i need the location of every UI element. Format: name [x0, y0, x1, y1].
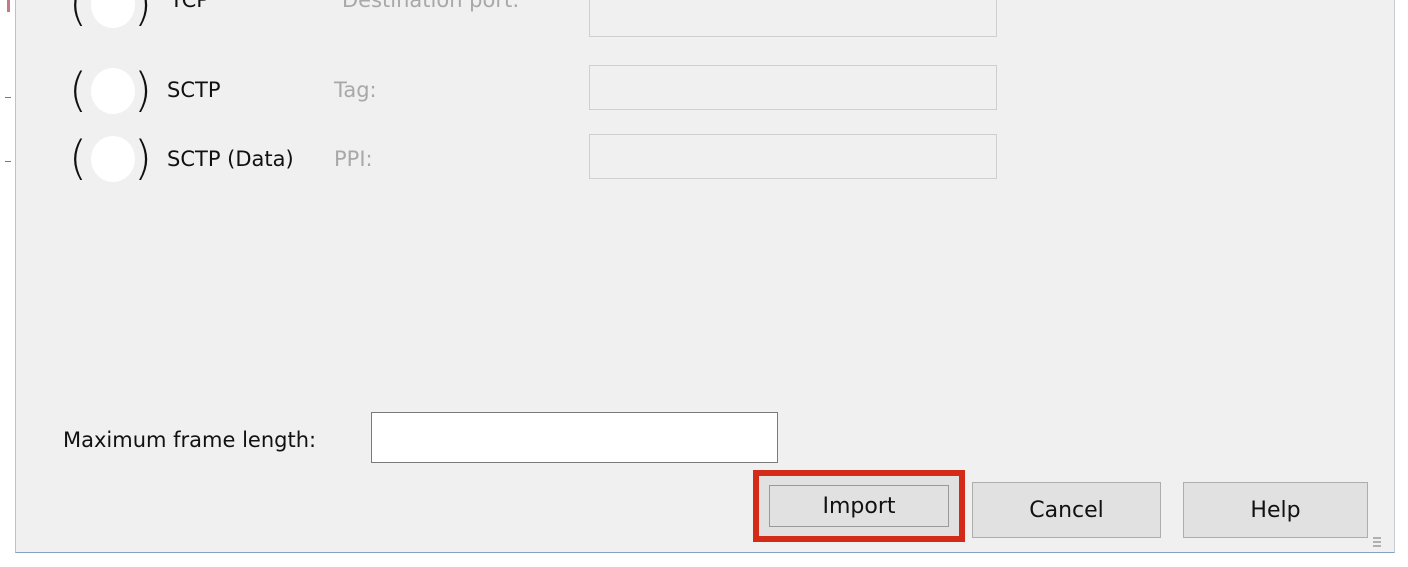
import-button[interactable]: Import: [753, 470, 965, 542]
edge-tick: [5, 161, 11, 162]
radio-bracket-left: (: [69, 0, 87, 31]
import-dialog: ( ) TCP Destination port: ( ) SCTP Tag: …: [15, 0, 1395, 553]
help-button[interactable]: Help: [1183, 482, 1368, 538]
import-button-face: Import: [769, 485, 949, 527]
screen: ( ) TCP Destination port: ( ) SCTP Tag: …: [0, 0, 1408, 567]
radio-label-tcp: TCP: [170, 0, 209, 12]
radio-bracket-left: (: [69, 131, 87, 185]
edge-tick: [5, 97, 11, 98]
destination-port-label: Destination port:: [342, 0, 520, 12]
max-frame-length-label: Maximum frame length:: [63, 428, 317, 452]
radio-tcp[interactable]: ( ): [69, 0, 157, 34]
ppi-label: PPI:: [334, 147, 373, 171]
radio-label-sctp: SCTP: [167, 78, 221, 102]
cancel-button[interactable]: Cancel: [972, 482, 1161, 538]
tag-field: [589, 65, 997, 110]
help-button-label: Help: [1250, 497, 1301, 523]
radio-bracket-right: ): [134, 131, 152, 185]
background-window-edge: [0, 0, 15, 567]
tag-label: Tag:: [334, 78, 377, 102]
radio-bracket-right: ): [134, 63, 152, 117]
radio-circle: [91, 0, 135, 28]
radio-circle: [91, 136, 135, 182]
edge-accent: [7, 0, 10, 12]
max-frame-length-input[interactable]: [371, 412, 778, 463]
resize-grip-icon[interactable]: [1373, 537, 1381, 547]
radio-sctp[interactable]: ( ): [69, 64, 157, 120]
import-button-label: Import: [822, 493, 896, 519]
destination-port-field: [589, 0, 997, 37]
cancel-button-label: Cancel: [1029, 497, 1104, 523]
radio-circle: [91, 68, 135, 114]
ppi-field: [589, 134, 997, 179]
radio-bracket-right: ): [134, 0, 152, 31]
radio-sctp-data[interactable]: ( ): [69, 132, 157, 188]
radio-label-sctp-data: SCTP (Data): [167, 147, 294, 171]
radio-bracket-left: (: [69, 63, 87, 117]
